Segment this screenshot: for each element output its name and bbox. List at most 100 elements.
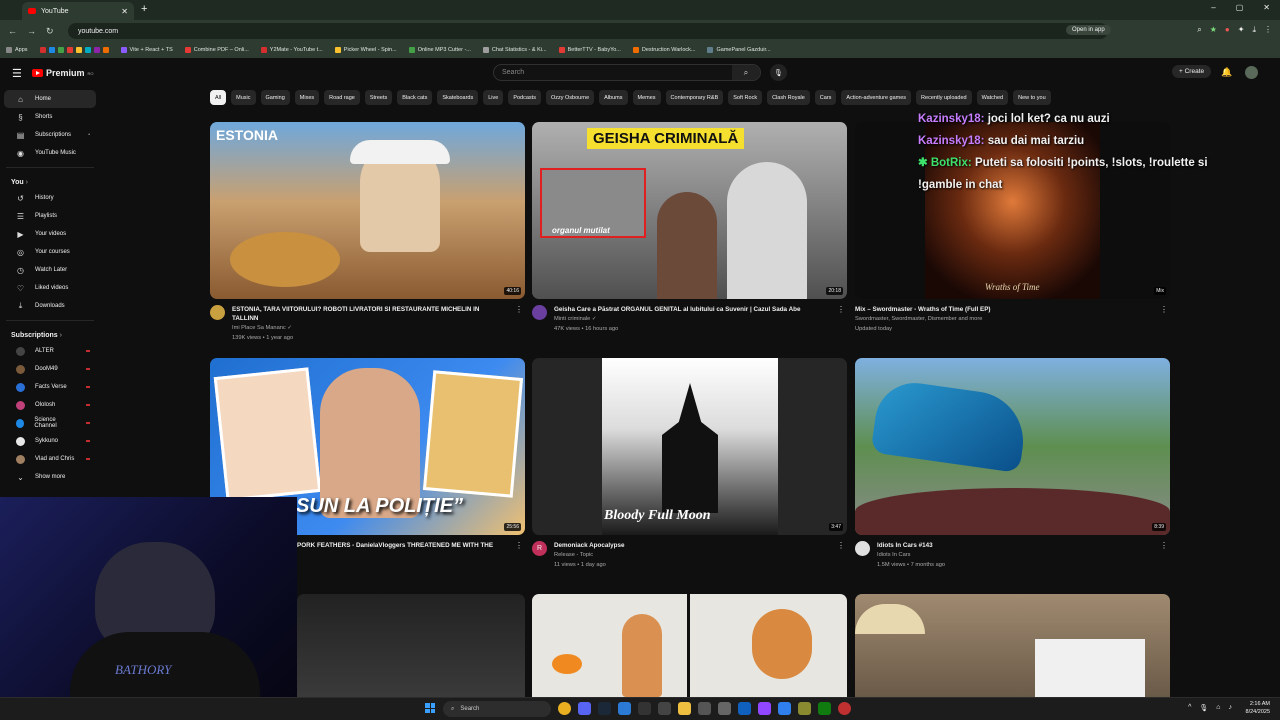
bookmark-item[interactable]: Combine PDF – Onli... bbox=[184, 47, 249, 53]
video-title[interactable]: Geisha Care a Păstrat ORGANUL GENITAL al… bbox=[532, 305, 847, 314]
app-icon[interactable] bbox=[718, 702, 731, 715]
sidebar-item-subscriptions[interactable]: ▤ Subscriptions • bbox=[4, 126, 96, 144]
channel-name[interactable]: Idiots In Cars bbox=[855, 550, 1170, 560]
search-input[interactable]: Search ⌕ bbox=[493, 64, 761, 81]
video-thumbnail[interactable]: GEISHA CRIMINALĂ organul mutilat 20:18 bbox=[532, 122, 847, 299]
chip[interactable]: Mixes bbox=[294, 90, 320, 105]
sidebar-item-subscription[interactable]: Vlad and Chris bbox=[4, 450, 96, 468]
video-thumbnail[interactable]: ESTONIA 40:16 bbox=[210, 122, 525, 299]
network-icon[interactable]: ⌂ bbox=[1216, 704, 1220, 712]
app-icon[interactable] bbox=[698, 702, 711, 715]
search-icon[interactable]: ⌕ bbox=[732, 65, 760, 80]
avatar[interactable] bbox=[1245, 66, 1258, 79]
more-options-icon[interactable]: ⋮ bbox=[837, 305, 845, 314]
app-icon[interactable] bbox=[778, 702, 791, 715]
video-title[interactable]: ESTONIA, TARA VIITORULUI? ROBOTI LIVRATO… bbox=[210, 305, 525, 323]
show-more-button[interactable]: ⌄ Show more bbox=[4, 468, 96, 486]
video-title[interactable]: Mix – Swordmaster - Wraths of Time (Full… bbox=[855, 305, 1170, 314]
app-icon[interactable] bbox=[658, 702, 671, 715]
url-input[interactable]: youtube.com bbox=[68, 23, 1108, 39]
new-tab-icon[interactable]: + bbox=[141, 3, 147, 15]
channel-avatar[interactable] bbox=[532, 305, 547, 320]
channel-name[interactable]: Minti criminale ✓ bbox=[532, 314, 847, 324]
chip[interactable]: Music bbox=[231, 90, 256, 105]
chip[interactable]: Recently uploaded bbox=[916, 90, 972, 105]
star-icon[interactable]: ★ bbox=[1210, 25, 1217, 35]
channel-avatar[interactable]: R bbox=[532, 541, 547, 556]
chip[interactable]: Soft Rock bbox=[728, 90, 763, 105]
video-title[interactable]: Demoniack Apocalypse bbox=[532, 541, 847, 550]
video-thumbnail[interactable]: 8:39 bbox=[855, 358, 1170, 535]
more-options-icon[interactable]: ⋮ bbox=[515, 305, 523, 314]
sidebar-item-downloads[interactable]: ⤓ Downloads bbox=[4, 297, 96, 315]
download-icon[interactable]: ⤓ bbox=[1252, 25, 1256, 35]
sidebar-item-your-courses[interactable]: ◎ Your courses bbox=[4, 243, 96, 261]
file-explorer-icon[interactable] bbox=[678, 702, 691, 715]
sidebar-item-subscription[interactable]: ALTER bbox=[4, 342, 96, 360]
channel-avatar[interactable] bbox=[855, 541, 870, 556]
video-thumbnail[interactable] bbox=[855, 594, 1170, 697]
chip[interactable]: Gaming bbox=[260, 90, 290, 105]
more-options-icon[interactable]: ⋮ bbox=[1160, 541, 1168, 550]
back-icon[interactable]: ← bbox=[8, 26, 17, 37]
video-thumbnail[interactable]: Bloody Full Moon 3:47 bbox=[532, 358, 847, 535]
chip[interactable]: Black cats bbox=[397, 90, 433, 105]
you-section-header[interactable]: You › bbox=[0, 173, 100, 189]
bookmark-item[interactable]: BetterTTV - BabyYo... bbox=[558, 47, 621, 53]
obs-icon[interactable] bbox=[838, 702, 851, 715]
maximize-icon[interactable]: ▢ bbox=[1236, 3, 1244, 12]
subscriptions-section-header[interactable]: Subscriptions › bbox=[0, 326, 100, 342]
chip[interactable]: Albums bbox=[599, 90, 628, 105]
chip[interactable]: Action-adventure games bbox=[841, 90, 912, 105]
video-thumbnail[interactable] bbox=[297, 594, 525, 697]
channel-name[interactable]: Swordmaster, Swordmaster, Dismember and … bbox=[855, 314, 1170, 324]
sidebar-item-subscription[interactable]: Facts Verse bbox=[4, 378, 96, 396]
minimize-icon[interactable]: – bbox=[1211, 3, 1215, 12]
chip[interactable]: Podcasts bbox=[508, 90, 541, 105]
more-options-icon[interactable]: ⋮ bbox=[515, 541, 523, 550]
sidebar-item-subscription[interactable]: Ololosh bbox=[4, 396, 96, 414]
volume-icon[interactable]: ♪ bbox=[1229, 704, 1233, 712]
bookmark-item[interactable]: GamePanel Gazduir... bbox=[707, 47, 771, 53]
sidebar-item-home[interactable]: ⌂ Home bbox=[4, 90, 96, 108]
zoom-icon[interactable]: ⌕ bbox=[1197, 25, 1201, 35]
xbox-icon[interactable] bbox=[818, 702, 831, 715]
microphone-icon[interactable]: 🎙 bbox=[770, 64, 787, 81]
sidebar-item-subscription[interactable]: Science Channel bbox=[4, 414, 96, 432]
chevron-up-icon[interactable]: ^ bbox=[1188, 704, 1191, 712]
browser-tab-youtube[interactable]: YouTube ✕ bbox=[22, 2, 134, 20]
channel-avatar[interactable] bbox=[210, 305, 225, 320]
chip[interactable]: New to you bbox=[1013, 90, 1051, 105]
chip[interactable]: Contemporary R&B bbox=[665, 90, 724, 105]
twitch-icon[interactable] bbox=[758, 702, 771, 715]
extension-icon[interactable]: ● bbox=[1225, 25, 1230, 35]
create-button[interactable]: + Create bbox=[1172, 65, 1212, 78]
hamburger-menu-icon[interactable]: ☰ bbox=[12, 67, 22, 80]
bookmark-item[interactable]: Vite + React + TS bbox=[120, 47, 173, 53]
discord-icon[interactable] bbox=[578, 702, 591, 715]
bookmark-item[interactable] bbox=[39, 47, 109, 53]
windows-start-icon[interactable] bbox=[425, 703, 435, 713]
sidebar-item-your-videos[interactable]: ▶ Your videos bbox=[4, 225, 96, 243]
chip[interactable]: Watched bbox=[976, 90, 1009, 105]
sidebar-item-youtube-music[interactable]: ◉ YouTube Music bbox=[4, 144, 96, 162]
menu-icon[interactable]: ⋮ bbox=[1264, 25, 1272, 35]
bookmark-item[interactable]: Online MP3 Cutter -... bbox=[408, 47, 471, 53]
chip[interactable]: Live bbox=[483, 90, 504, 105]
chip[interactable]: Clash Royale bbox=[767, 90, 810, 105]
puzzle-icon[interactable]: ✦ bbox=[1238, 25, 1245, 35]
reload-icon[interactable]: ↻ bbox=[46, 26, 54, 37]
chip-all[interactable]: All bbox=[210, 90, 227, 105]
taskbar-search-input[interactable]: ⌕ Search bbox=[443, 701, 551, 717]
steam-icon[interactable] bbox=[598, 702, 611, 715]
bookmark-item[interactable]: Picker Wheel - Spin... bbox=[334, 47, 397, 53]
app-icon[interactable] bbox=[738, 702, 751, 715]
clock[interactable]: 2:16 AM 8/24/2025 bbox=[1246, 700, 1270, 716]
bookmark-item[interactable]: Destruction Warlock... bbox=[632, 47, 695, 53]
sidebar-item-shorts[interactable]: § Shorts bbox=[4, 108, 96, 126]
video-thumbnail[interactable] bbox=[532, 594, 847, 697]
chip[interactable]: Streets bbox=[364, 90, 393, 105]
sidebar-item-subscription[interactable]: DooM49 bbox=[4, 360, 96, 378]
forward-icon[interactable]: → bbox=[27, 26, 36, 37]
youtube-logo[interactable]: Premium RO bbox=[32, 68, 94, 78]
